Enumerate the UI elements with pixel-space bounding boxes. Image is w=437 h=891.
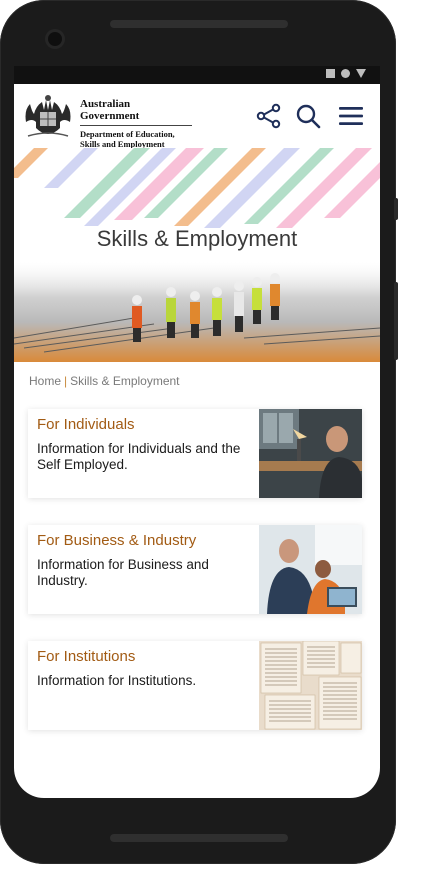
page-title: Skills & Employment bbox=[96, 226, 298, 251]
share-icon[interactable] bbox=[255, 102, 283, 130]
phone-speaker-bottom bbox=[110, 834, 288, 842]
card-title[interactable]: For Individuals bbox=[37, 416, 135, 433]
breadcrumb-current: Skills & Employment bbox=[70, 374, 180, 388]
coat-of-arms-logo[interactable] bbox=[20, 92, 76, 140]
phone-speaker-top bbox=[110, 20, 288, 28]
signal-icon bbox=[356, 69, 366, 78]
card-business-industry[interactable]: For Business & Industry Information for … bbox=[28, 525, 362, 614]
card-image-individuals bbox=[259, 409, 362, 498]
breadcrumb-separator: | bbox=[64, 374, 68, 388]
phone-camera bbox=[48, 32, 62, 46]
phone-side-button bbox=[394, 198, 398, 220]
card-title[interactable]: For Business & Industry bbox=[37, 532, 196, 549]
card-description: Information for Business and Industry. bbox=[37, 557, 209, 588]
phone-volume-button bbox=[394, 282, 398, 360]
stop-icon bbox=[326, 69, 335, 78]
phone-screen: Australian Government Department of Educ… bbox=[14, 66, 380, 798]
search-icon[interactable] bbox=[294, 102, 322, 130]
menu-icon[interactable] bbox=[337, 102, 365, 130]
circle-icon bbox=[341, 69, 350, 78]
card-description: Information for Institutions. bbox=[37, 673, 197, 688]
breadcrumb-home-link[interactable]: Home bbox=[29, 374, 61, 388]
phone-frame: Australian Government Department of Educ… bbox=[0, 0, 396, 864]
department-line-1: Department of Education, bbox=[80, 129, 175, 139]
card-image-institutions bbox=[259, 641, 362, 730]
card-individuals[interactable]: For Individuals Information for Individu… bbox=[28, 409, 362, 498]
breadcrumb: Home | Skills & Employment bbox=[29, 374, 180, 388]
hero-banner: Skills & Employment bbox=[14, 148, 380, 362]
banner-graphic bbox=[14, 148, 380, 362]
card-image-business bbox=[259, 525, 362, 614]
card-description: Information for Individuals and the Self… bbox=[37, 441, 241, 472]
gov-main-text: Australian Government bbox=[80, 98, 192, 126]
site-header: Australian Government Department of Educ… bbox=[14, 84, 380, 149]
card-title[interactable]: For Institutions bbox=[37, 648, 135, 665]
government-wordmark[interactable]: Australian Government Department of Educ… bbox=[80, 98, 192, 149]
card-institutions[interactable]: For Institutions Information for Institu… bbox=[28, 641, 362, 730]
status-bar bbox=[14, 66, 380, 84]
